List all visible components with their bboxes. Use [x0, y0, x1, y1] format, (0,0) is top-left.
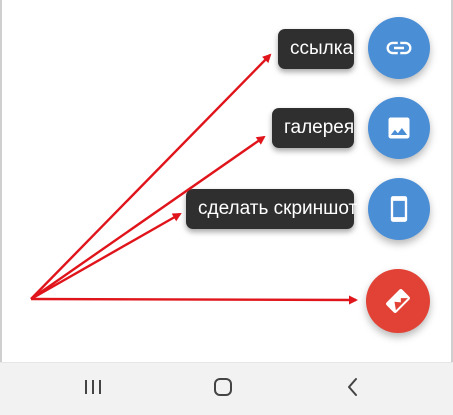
recent-apps-icon — [82, 377, 104, 402]
link-action-button[interactable] — [368, 17, 430, 79]
arrow-to-link — [30, 53, 272, 300]
smartphone-icon — [385, 194, 413, 224]
screenshot-action-label[interactable]: сделать скриншот — [186, 189, 357, 229]
main-fab-button[interactable] — [366, 269, 430, 333]
screen: ссылка галерея сделать скриншот — [0, 0, 453, 415]
link-icon — [384, 33, 414, 63]
link-action-label[interactable]: ссылка — [278, 29, 354, 69]
image-icon — [385, 114, 413, 142]
gallery-action-button[interactable] — [368, 97, 430, 159]
back-icon — [344, 376, 362, 403]
edit-sticker-icon — [380, 283, 416, 319]
navigation-bar — [0, 362, 453, 415]
home-button[interactable] — [203, 373, 243, 405]
gallery-action-label[interactable]: галерея — [272, 108, 354, 148]
arrow-to-screenshot — [30, 212, 182, 301]
recent-apps-button[interactable] — [73, 373, 113, 405]
home-icon — [212, 376, 234, 403]
arrow-to-main-fab — [30, 295, 358, 305]
back-button[interactable] — [333, 373, 373, 405]
screen-left-edge — [0, 0, 2, 362]
screenshot-action-button[interactable] — [368, 178, 430, 240]
